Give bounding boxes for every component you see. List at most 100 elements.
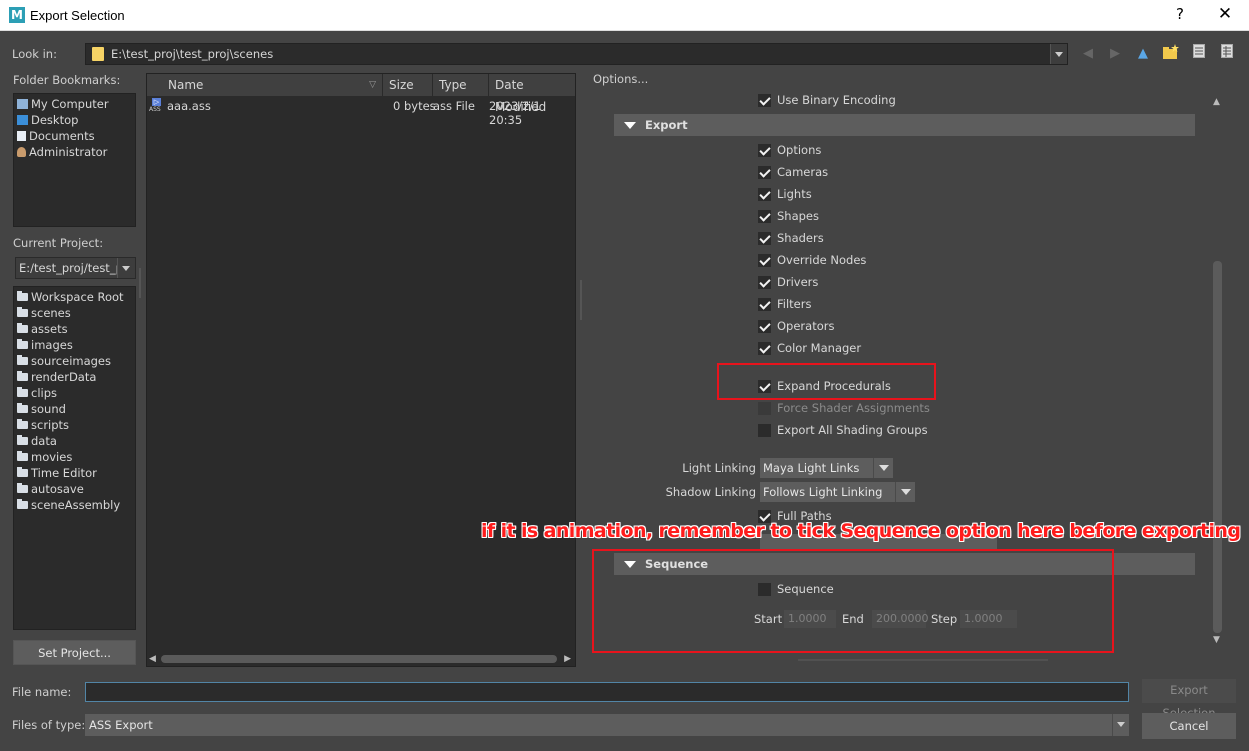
export-option-checkbox[interactable]: Cameras — [758, 164, 828, 180]
file-name-label: File name: — [12, 685, 72, 699]
file-row[interactable]: ▷ ASS aaa.ass 0 bytes ass File 2023/2/1 … — [147, 97, 575, 127]
options-vertical-scrollbar[interactable]: ▲ ▼ — [1212, 96, 1226, 648]
chevron-down-icon[interactable] — [1112, 714, 1129, 736]
set-project-button[interactable]: Set Project... — [13, 640, 136, 665]
export-all-shading-groups-checkbox[interactable]: Export All Shading Groups — [758, 422, 928, 438]
column-header-size[interactable]: Size — [383, 74, 433, 96]
highlight-box-expand-procedurals — [717, 363, 936, 400]
folder-item[interactable]: movies — [14, 449, 135, 465]
bookmark-my-computer[interactable]: My Computer — [14, 96, 135, 112]
light-linking-combo[interactable]: Maya Light Links — [760, 458, 893, 478]
detail-view-button[interactable] — [1217, 44, 1237, 64]
file-list: Name ▽ Size Type Date Modified ▷ ASS aaa.… — [146, 73, 576, 667]
back-button[interactable]: ◀ — [1078, 44, 1098, 64]
checkbox-icon — [758, 275, 771, 289]
folder-icon — [17, 435, 28, 445]
computer-icon — [17, 99, 28, 109]
chevron-down-icon — [873, 458, 893, 478]
checkbox-icon — [758, 165, 771, 179]
list-view-button[interactable] — [1189, 44, 1209, 64]
user-icon — [17, 147, 26, 157]
folder-icon — [17, 355, 28, 365]
use-binary-encoding-checkbox[interactable]: Use Binary Encoding — [758, 93, 896, 107]
forward-button[interactable]: ▶ — [1105, 44, 1125, 64]
folder-icon — [17, 371, 28, 381]
folder-icon — [17, 339, 28, 349]
folder-icon — [92, 47, 104, 61]
folder-item[interactable]: images — [14, 337, 135, 353]
folder-item[interactable]: sourceimages — [14, 353, 135, 369]
export-selection-button[interactable]: Export Selection — [1142, 679, 1236, 720]
chevron-down-icon — [895, 482, 915, 502]
checkbox-icon — [758, 143, 771, 157]
column-header-date[interactable]: Date Modified — [489, 74, 575, 114]
folder-item[interactable]: Time Editor — [14, 465, 135, 481]
cancel-button[interactable]: Cancel — [1142, 713, 1236, 739]
help-button[interactable]: ? — [1170, 5, 1190, 23]
file-name-input[interactable] — [85, 682, 1129, 702]
folder-item[interactable]: sound — [14, 401, 135, 417]
file-date-cell: 2023/2/1 20:35 — [489, 99, 541, 127]
list-view-icon — [1193, 44, 1205, 58]
force-shader-assignments-checkbox: Force Shader Assignments — [758, 400, 930, 416]
checkbox-icon — [758, 209, 771, 223]
export-option-checkbox[interactable]: Shaders — [758, 230, 824, 246]
chevron-down-icon[interactable] — [117, 258, 135, 278]
export-option-checkbox[interactable]: Override Nodes — [758, 252, 866, 268]
shadow-linking-combo[interactable]: Follows Light Linking — [760, 482, 915, 502]
scroll-down-icon[interactable]: ▼ — [1213, 635, 1220, 645]
horizontal-scrollbar[interactable]: ◀ ▶ — [147, 652, 575, 666]
files-of-type-combo[interactable]: ASS Export — [85, 714, 1129, 736]
chevron-down-icon[interactable] — [1050, 44, 1067, 64]
column-header-type[interactable]: Type — [433, 74, 489, 96]
export-option-checkbox[interactable]: Shapes — [758, 208, 819, 224]
folder-item[interactable]: renderData — [14, 369, 135, 385]
new-folder-icon — [1163, 44, 1179, 59]
up-folder-button[interactable]: ▲ — [1133, 44, 1153, 64]
new-folder-button[interactable] — [1161, 44, 1181, 64]
column-header-name[interactable]: Name ▽ — [147, 74, 383, 96]
folder-item[interactable]: autosave — [14, 481, 135, 497]
look-in-path: E:\test_proj\test_proj\scenes — [111, 47, 274, 61]
close-button[interactable]: ✕ — [1214, 4, 1236, 24]
folder-item[interactable]: clips — [14, 385, 135, 401]
folder-icon — [17, 451, 28, 461]
project-folder-tree: Workspace Root scenes assets images sourceim… — [13, 286, 136, 630]
folder-item[interactable]: scenes — [14, 305, 135, 321]
export-option-checkbox[interactable]: Drivers — [758, 274, 818, 290]
checkbox-icon — [758, 341, 771, 355]
folder-item[interactable]: sceneAssembly — [14, 497, 135, 513]
light-linking-label: Light Linking — [682, 461, 756, 475]
splitter-handle[interactable] — [580, 280, 582, 320]
current-project-label: Current Project: — [13, 236, 104, 250]
bookmark-administrator[interactable]: Administrator — [14, 144, 135, 160]
export-option-checkbox[interactable]: Operators — [758, 318, 834, 334]
folder-item[interactable]: Workspace Root — [14, 289, 135, 305]
splitter-handle[interactable] — [139, 268, 141, 298]
scroll-right-icon[interactable]: ▶ — [564, 654, 571, 664]
export-option-checkbox[interactable]: Options — [758, 142, 821, 158]
folder-icon — [17, 323, 28, 333]
scroll-left-icon[interactable]: ◀ — [149, 654, 156, 664]
detail-view-icon — [1221, 44, 1233, 58]
checkbox-icon — [758, 187, 771, 201]
export-frame-header[interactable]: Export — [614, 114, 1195, 136]
vertical-scroll-thumb[interactable] — [1213, 261, 1222, 633]
export-option-checkbox[interactable]: Lights — [758, 186, 812, 202]
back-arrow-icon: ◀ — [1083, 46, 1093, 61]
look-in-combo[interactable]: E:\test_proj\test_proj\scenes — [85, 43, 1068, 65]
splitter-handle[interactable] — [798, 659, 1048, 661]
title-bar: M Export Selection ? ✕ — [0, 0, 1249, 31]
bookmark-documents[interactable]: Documents — [14, 128, 135, 144]
folder-item[interactable]: data — [14, 433, 135, 449]
folder-icon — [17, 467, 28, 477]
current-project-combo[interactable]: E:/test_proj/test_proj — [15, 257, 136, 279]
bookmark-desktop[interactable]: Desktop — [14, 112, 135, 128]
horizontal-scroll-thumb[interactable] — [161, 655, 557, 663]
folder-item[interactable]: assets — [14, 321, 135, 337]
export-option-checkbox[interactable]: Color Manager — [758, 340, 861, 356]
scroll-up-icon[interactable]: ▲ — [1213, 97, 1220, 107]
export-option-checkbox[interactable]: Filters — [758, 296, 811, 312]
folder-icon — [17, 483, 28, 493]
folder-item[interactable]: scripts — [14, 417, 135, 433]
